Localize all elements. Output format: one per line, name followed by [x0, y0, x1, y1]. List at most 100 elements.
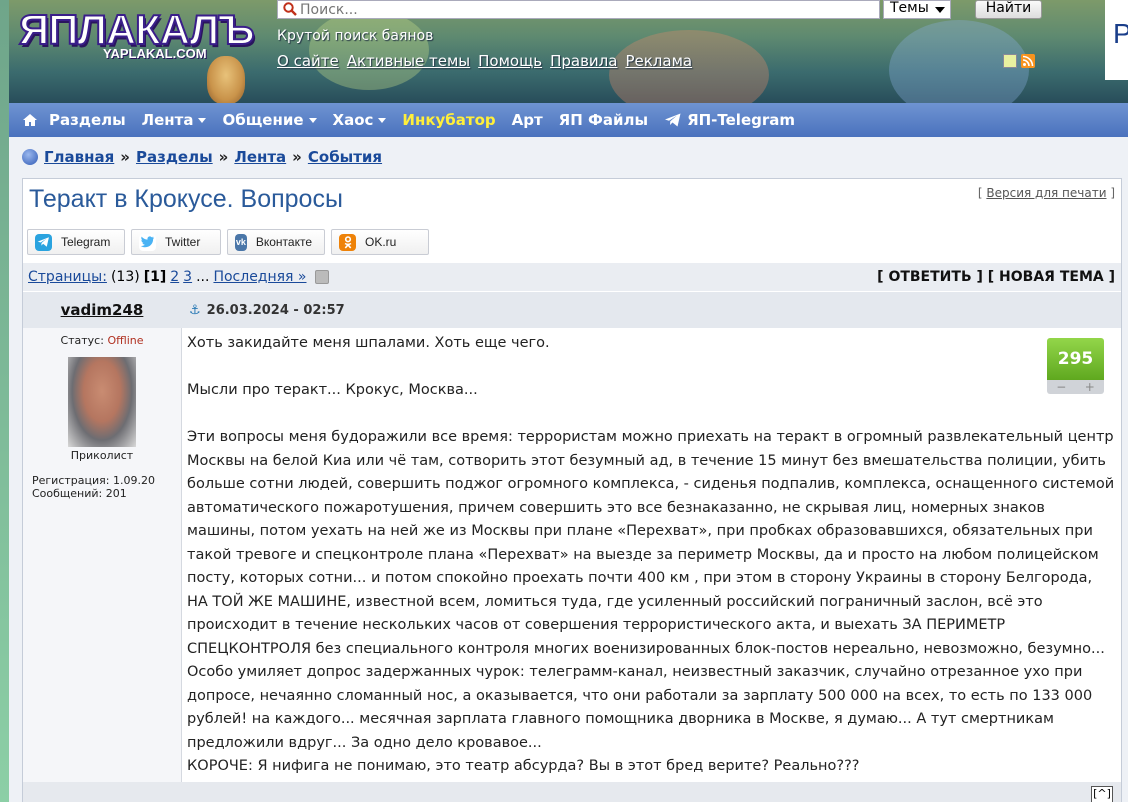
new-topic-button[interactable]: НОВАЯ ТЕМА: [999, 269, 1104, 285]
nav-item-art[interactable]: Арт: [504, 111, 551, 129]
left-background-strip: [0, 0, 9, 802]
print-version-link[interactable]: Версия для печати: [986, 186, 1106, 200]
pagination-ellipsis: ...: [196, 269, 210, 285]
link-ads[interactable]: Реклама: [625, 52, 692, 70]
post-line: КОРОЧЕ: Я нифига не понимаю, это театр а…: [187, 758, 860, 774]
breadcrumb-icon: [22, 149, 38, 165]
nav-item-sections[interactable]: Разделы: [41, 111, 134, 129]
rss-icon[interactable]: [1021, 54, 1035, 68]
breadcrumb-separator: »: [120, 148, 130, 166]
post-rating: 295 − +: [1047, 338, 1104, 400]
right-header-letter: Р: [1113, 18, 1128, 49]
link-about[interactable]: О сайте: [277, 52, 339, 70]
pagination-label[interactable]: Страницы:: [28, 269, 107, 285]
print-version: [ Версия для печати ]: [977, 186, 1115, 200]
telegram-icon: [665, 113, 681, 127]
doge-mascot-icon: [207, 56, 245, 103]
breadcrumb-separator: »: [292, 148, 302, 166]
post-line: Эти вопросы меня будоражили все время: т…: [187, 429, 1115, 751]
share-label: Twitter: [165, 235, 201, 249]
page: ЯПЛАКАЛЪ YAPLAKAL.COM Темы Найти Крутой …: [9, 0, 1128, 802]
link-active-topics[interactable]: Активные темы: [347, 52, 470, 70]
rating-plus-button[interactable]: +: [1085, 380, 1095, 394]
caret-down-icon: [308, 117, 317, 123]
share-label: OK.ru: [365, 235, 397, 249]
status-value: Offline: [107, 334, 144, 347]
reply-button[interactable]: ОТВЕТИТЬ: [888, 269, 971, 285]
nav-item-telegram[interactable]: ЯП-Telegram: [656, 111, 803, 129]
post-line: [187, 403, 1117, 427]
post-author: vadim248: [23, 292, 181, 328]
breadcrumb-feed[interactable]: Лента: [234, 148, 286, 166]
twitter-icon: [139, 233, 156, 251]
registration-date: Регистрация: 1.09.20: [32, 474, 155, 487]
post-line: Хоть закидайте меня шпалами. Хоть еще че…: [187, 335, 550, 351]
logo-subtitle: YAPLAKAL.COM: [103, 46, 207, 61]
share-telegram-button[interactable]: Telegram: [27, 229, 125, 255]
page-link-3[interactable]: 3: [183, 269, 192, 285]
site-logo[interactable]: ЯПЛАКАЛЪ YAPLAKAL.COM: [18, 5, 256, 103]
breadcrumb-sections[interactable]: Разделы: [136, 148, 213, 166]
header-decoration: [309, 10, 429, 90]
nav-item-feed[interactable]: Лента: [134, 111, 215, 129]
message-count: Сообщений: 201: [32, 487, 127, 500]
nav-label: Общение: [222, 111, 304, 129]
post-footer: [^]: [23, 782, 1121, 802]
link-rules[interactable]: Правила: [550, 52, 617, 70]
search-input[interactable]: [277, 0, 880, 19]
last-page-link[interactable]: Последняя »: [213, 269, 306, 285]
pagination-bar: Страницы: (13) [1] 2 3 ... Последняя » […: [23, 263, 1121, 291]
topic-container: Теракт в Крокусе. Вопросы [ Версия для п…: [22, 178, 1122, 802]
author-link[interactable]: vadim248: [61, 301, 144, 319]
header-links: О сайте Активные темы Помощь Правила Рек…: [277, 52, 692, 70]
search-button[interactable]: Найти: [975, 0, 1042, 19]
page-icon[interactable]: [1003, 54, 1017, 68]
anchor-icon[interactable]: ⚓: [189, 303, 201, 318]
nav-label: ЯП-Telegram: [687, 111, 796, 129]
avatar[interactable]: [68, 357, 136, 447]
author-stats: Регистрация: 1.09.20 Сообщений: 201: [32, 474, 155, 500]
nav-item-communication[interactable]: Общение: [214, 111, 324, 129]
scroll-top-button[interactable]: [^]: [1091, 786, 1113, 802]
pagination-dropdown-icon[interactable]: [314, 270, 329, 284]
page-link-2[interactable]: 2: [170, 269, 179, 285]
telegram-icon: [35, 233, 52, 251]
nav-label: Арт: [511, 111, 543, 129]
nav-item-incubator[interactable]: Инкубатор: [394, 111, 503, 129]
chevron-down-icon: [935, 7, 945, 13]
status-label: Статус:: [60, 334, 104, 347]
share-twitter-button[interactable]: Twitter: [131, 229, 221, 255]
caret-down-icon: [378, 117, 387, 123]
post-line: [187, 356, 1117, 380]
post-header: vadim248 ⚓ 26.03.2024 - 02:57: [23, 292, 1121, 328]
nav-label: Хаос: [332, 111, 374, 129]
home-icon[interactable]: [21, 112, 39, 128]
rating-minus-button[interactable]: −: [1056, 380, 1066, 394]
link-help[interactable]: Помощь: [478, 52, 542, 70]
search-icon: [283, 2, 297, 16]
rating-value: 295: [1047, 338, 1104, 380]
breadcrumb-home[interactable]: Главная: [44, 148, 114, 166]
post-line: Мысли про теракт... Крокус, Москва...: [187, 382, 478, 398]
search-scope-value: Темы: [890, 0, 929, 16]
nav-item-files[interactable]: ЯП Файлы: [551, 111, 656, 129]
pagination: Страницы: (13) [1] 2 3 ... Последняя »: [23, 269, 329, 285]
post-body: Хоть закидайте меня шпалами. Хоть еще че…: [187, 332, 1117, 779]
share-buttons: Telegram Twitter vk Вконтакте OK.ru: [27, 229, 429, 255]
rating-controls: − +: [1047, 380, 1104, 394]
author-status: Статус: Offline: [23, 334, 181, 347]
page-title: Теракт в Крокусе. Вопросы: [29, 185, 343, 213]
search-scope-select[interactable]: Темы: [883, 0, 951, 19]
breadcrumb-events[interactable]: События: [308, 148, 382, 166]
site-header: ЯПЛАКАЛЪ YAPLAKAL.COM Темы Найти Крутой …: [9, 0, 1128, 103]
breadcrumb: Главная » Разделы » Лента » События: [22, 148, 382, 166]
post-date: ⚓ 26.03.2024 - 02:57: [189, 303, 345, 318]
share-vk-button[interactable]: vk Вконтакте: [227, 229, 325, 255]
author-rank: Приколист: [70, 449, 134, 462]
share-label: Telegram: [61, 235, 111, 249]
vk-icon: vk: [235, 233, 247, 251]
nav-label: ЯП Файлы: [558, 111, 649, 129]
share-ok-button[interactable]: OK.ru: [331, 229, 429, 255]
post-date-text: 26.03.2024 - 02:57: [206, 303, 345, 318]
nav-item-chaos[interactable]: Хаос: [325, 111, 395, 129]
